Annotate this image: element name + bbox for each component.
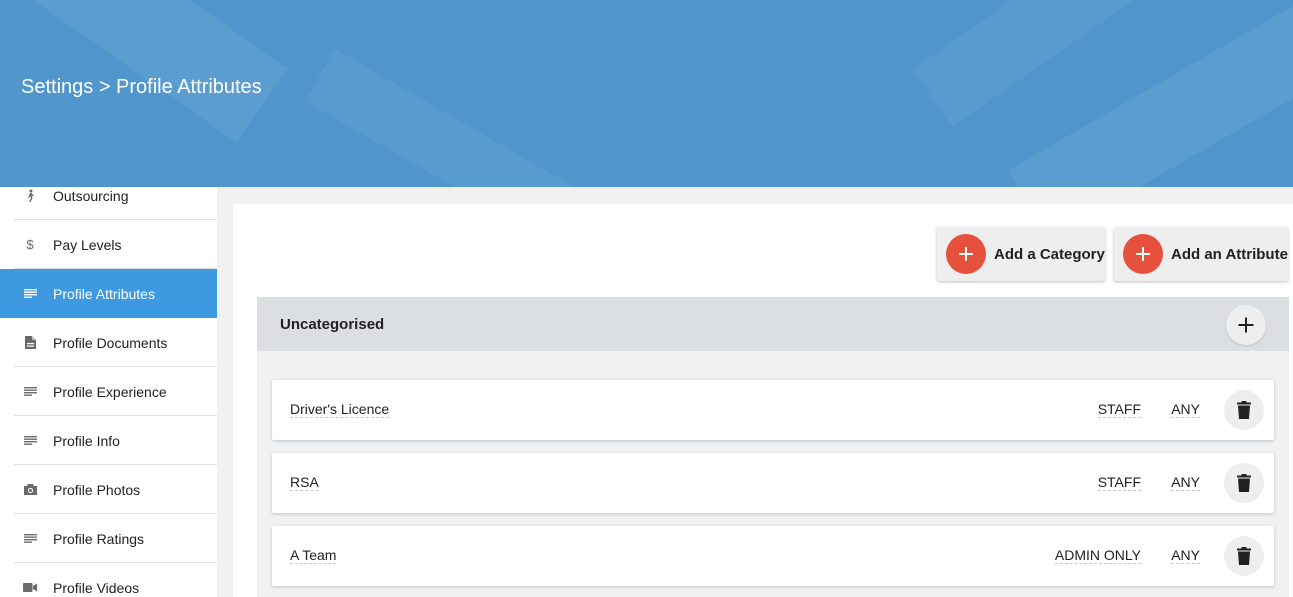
dollar-icon: $ <box>26 237 34 252</box>
sidebar-item-label: Profile Experience <box>53 383 167 400</box>
trash-icon <box>1237 547 1251 565</box>
sidebar-item-label: Profile Videos <box>53 579 140 596</box>
sidebar-item-profile-ratings[interactable]: Profile Ratings <box>0 514 217 563</box>
sidebar-item-label: Profile Info <box>53 432 120 449</box>
sidebar-item-label: Profile Attributes <box>53 285 155 302</box>
attribute-row[interactable]: A Team ADMIN ONLY ANY <box>272 526 1274 586</box>
attribute-row[interactable]: RSA STAFF ANY <box>272 453 1274 513</box>
trash-icon <box>1237 401 1251 419</box>
attribute-role[interactable]: ADMIN ONLY <box>1054 548 1141 564</box>
add-to-category-button[interactable] <box>1226 305 1266 345</box>
sidebar-item-profile-info[interactable]: Profile Info <box>0 416 217 465</box>
category-section: Uncategorised Driver's Licence STAFF ANY… <box>257 297 1289 597</box>
sidebar-item-profile-documents[interactable]: Profile Documents <box>0 318 217 367</box>
sidebar-item-label: Profile Ratings <box>53 530 145 547</box>
list-icon <box>22 531 38 547</box>
attribute-name[interactable]: Driver's Licence <box>290 402 390 418</box>
sidebar-item-profile-photos[interactable]: Profile Photos <box>0 465 217 514</box>
category-title: Uncategorised <box>280 315 385 333</box>
page-header: Settings > Profile Attributes <box>0 0 1293 187</box>
list-icon <box>22 286 38 302</box>
attribute-row[interactable]: Driver's Licence STAFF ANY <box>272 380 1274 440</box>
sidebar-item-outsourcing[interactable]: Outsourcing <box>0 187 217 220</box>
sidebar-item-label: Outsourcing <box>53 187 129 204</box>
delete-button[interactable] <box>1224 390 1264 430</box>
attribute-name[interactable]: A Team <box>290 548 337 564</box>
add-category-button[interactable]: Add a Category <box>937 227 1105 281</box>
sidebar-item-pay-levels[interactable]: $ Pay Levels <box>0 220 217 269</box>
plus-icon <box>946 234 986 274</box>
breadcrumb: Settings > Profile Attributes <box>21 76 262 98</box>
attribute-role[interactable]: STAFF <box>1097 402 1141 418</box>
delete-button[interactable] <box>1224 536 1264 576</box>
add-attribute-label: Add an Attribute <box>1171 245 1288 263</box>
sidebar-item-label: Profile Photos <box>53 481 141 498</box>
attribute-access[interactable]: ANY <box>1171 548 1200 564</box>
add-category-label: Add a Category <box>994 245 1105 263</box>
add-attribute-button[interactable]: Add an Attribute <box>1114 227 1288 281</box>
attribute-access[interactable]: ANY <box>1171 402 1200 418</box>
list-icon <box>22 384 38 400</box>
category-header: Uncategorised <box>257 297 1289 351</box>
camera-icon <box>22 482 38 498</box>
attribute-name[interactable]: RSA <box>290 475 319 491</box>
trash-icon <box>1237 474 1251 492</box>
video-camera-icon <box>22 580 38 596</box>
main-panel: Add a Category Add an Attribute Uncatego… <box>233 204 1293 597</box>
delete-button[interactable] <box>1224 463 1264 503</box>
attribute-access[interactable]: ANY <box>1171 475 1200 491</box>
plus-icon <box>1123 234 1163 274</box>
sidebar-item-profile-experience[interactable]: Profile Experience <box>0 367 217 416</box>
sidebar-item-label: Pay Levels <box>53 236 122 253</box>
sidebar-item-label: Profile Documents <box>53 334 168 351</box>
list-icon <box>22 433 38 449</box>
walking-person-icon <box>22 188 38 204</box>
document-icon <box>22 335 38 351</box>
sidebar-item-profile-videos[interactable]: Profile Videos <box>0 563 217 597</box>
sidebar-item-profile-attributes[interactable]: Profile Attributes <box>0 269 217 318</box>
attribute-role[interactable]: STAFF <box>1097 475 1141 491</box>
sidebar: Outsourcing $ Pay Levels Profile Attribu… <box>0 187 217 597</box>
